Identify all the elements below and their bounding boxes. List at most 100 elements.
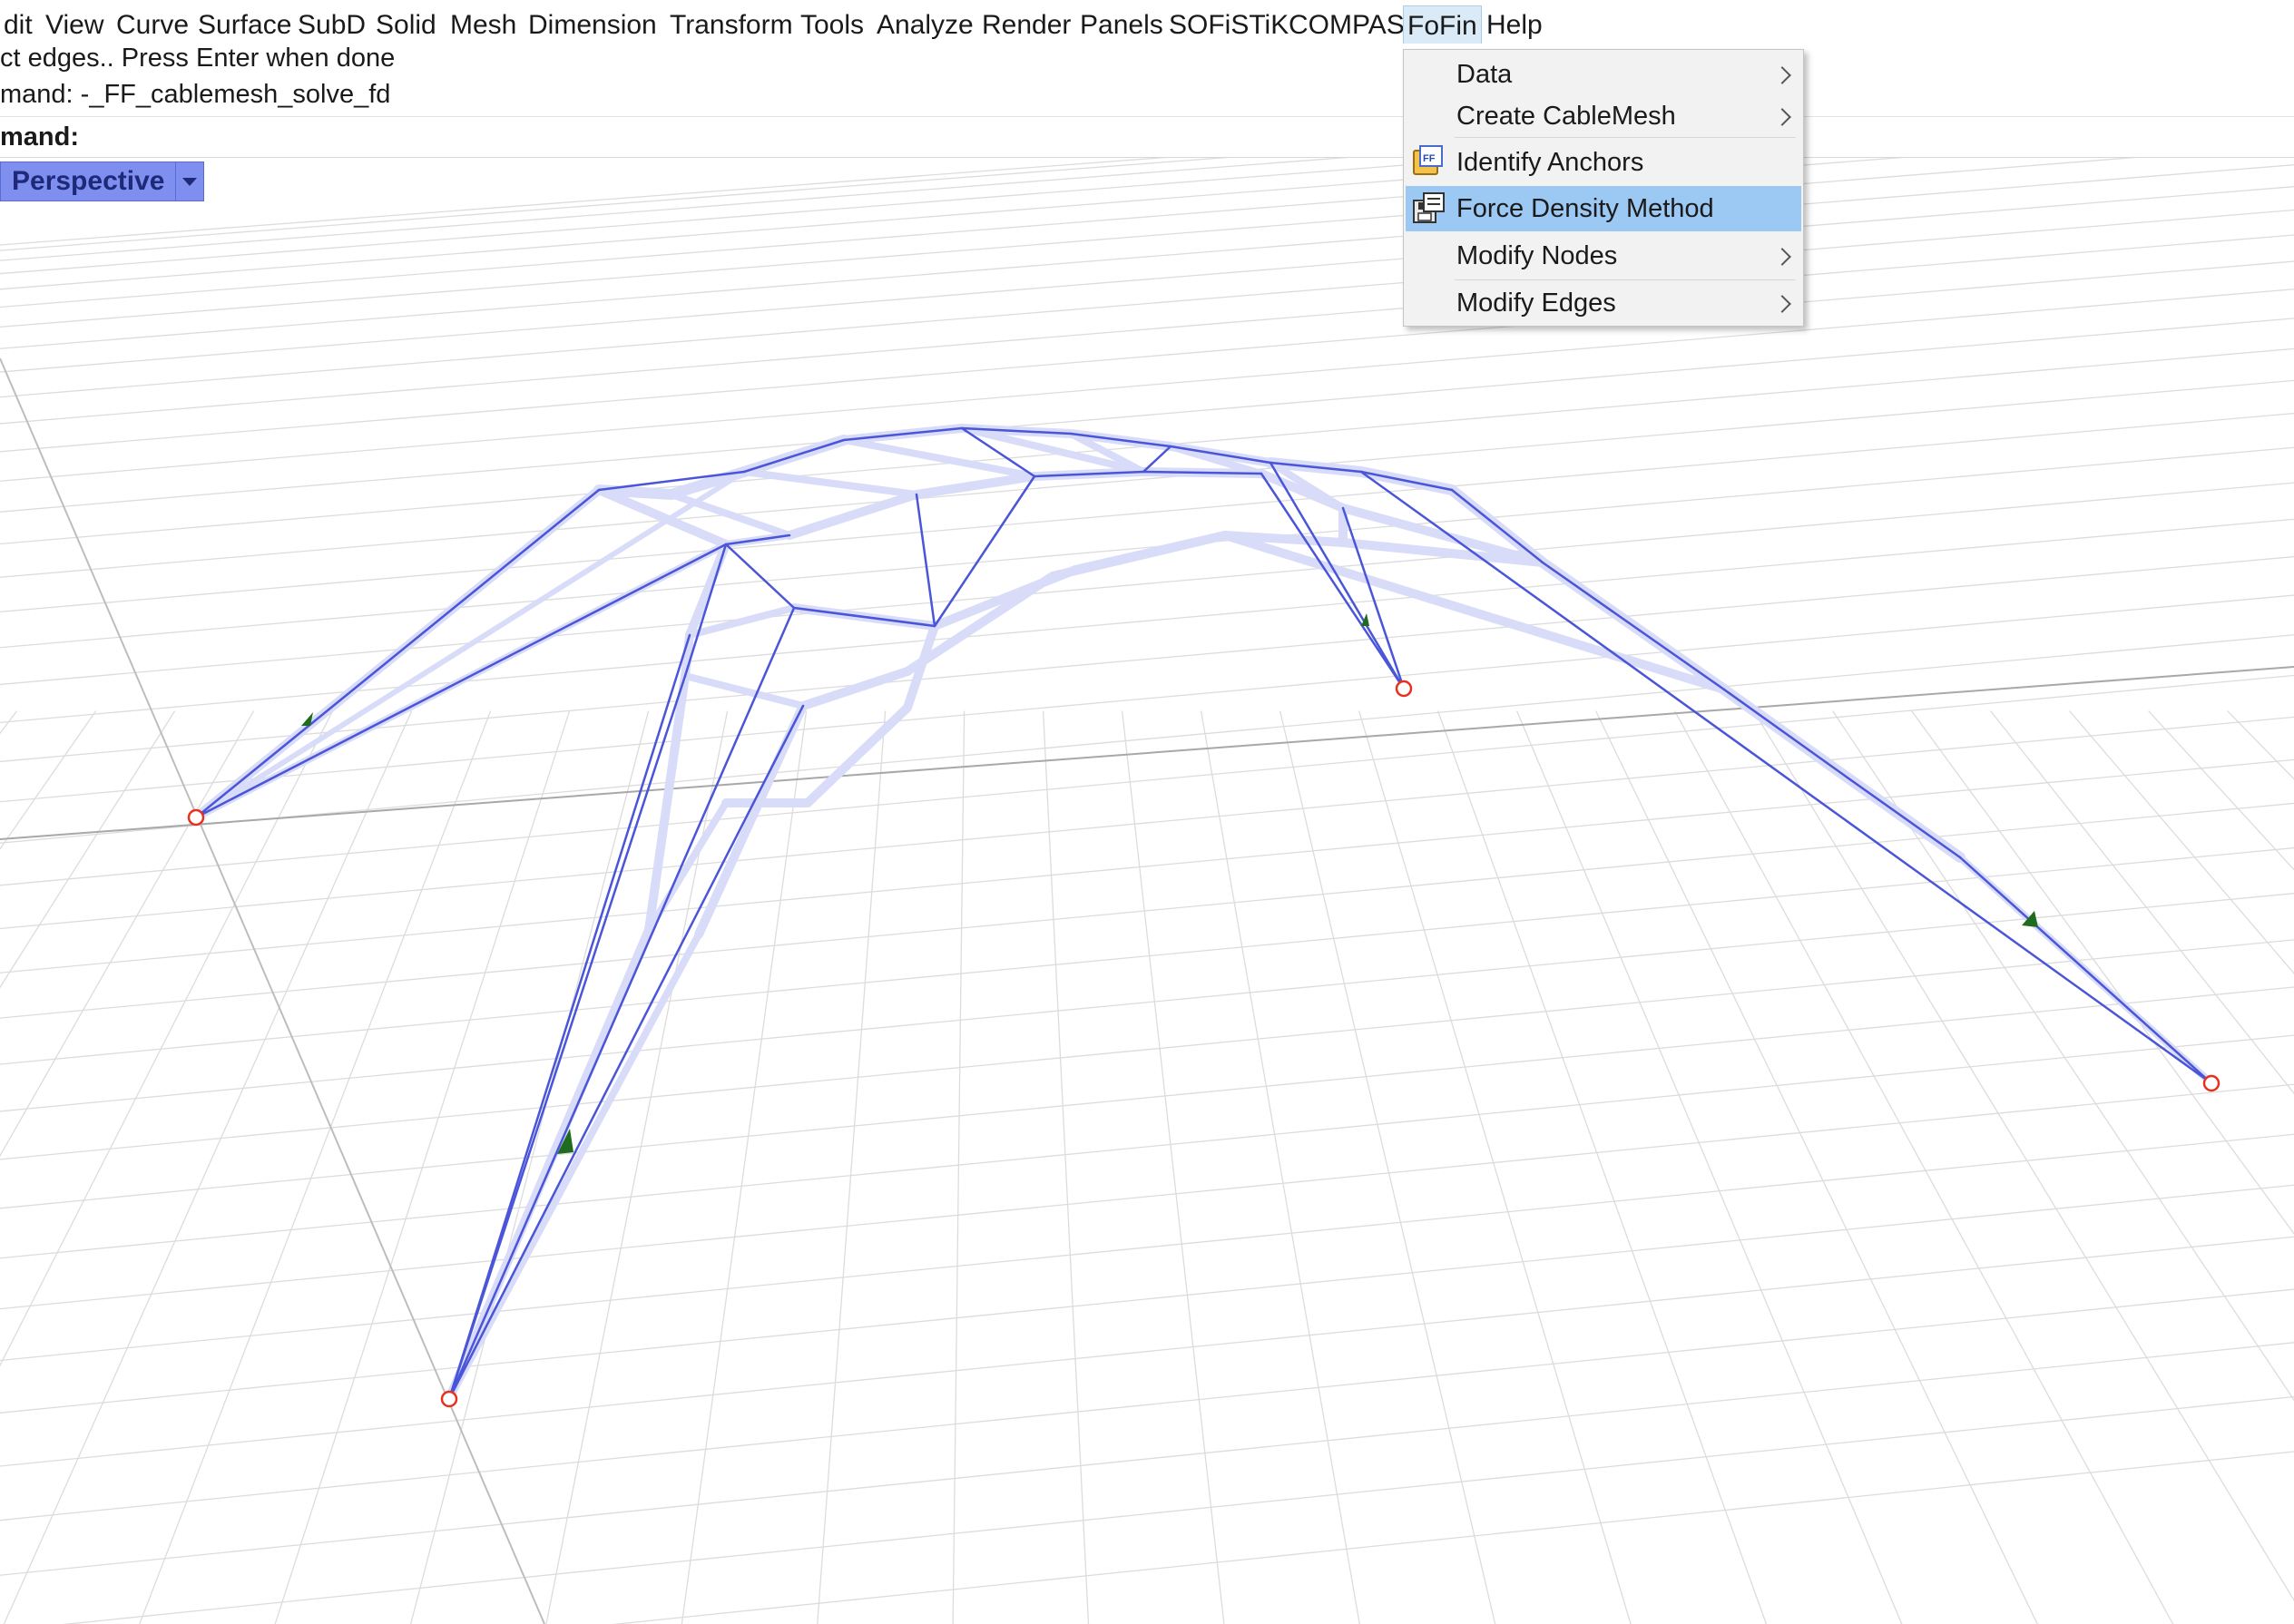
menu-item-create-cablemesh[interactable]: Create CableMesh — [1406, 95, 1801, 137]
grid-line — [2069, 710, 2294, 974]
menu-fofin[interactable]: FoFin — [1403, 5, 1482, 45]
chevron-down-icon[interactable] — [175, 162, 203, 201]
grid-line — [409, 710, 650, 1624]
grid-line — [1911, 710, 2294, 1235]
menu-dimension[interactable]: Dimension — [524, 5, 661, 45]
fofin-dropdown-menu: Data Create CableMesh FF Identify Anchor… — [1403, 49, 1804, 327]
menu-item-label: Create CableMesh — [1456, 102, 1676, 131]
identify-anchors-icon: FF — [1413, 145, 1443, 175]
anchor-point — [187, 808, 205, 827]
grid-line — [0, 1034, 2294, 1259]
menu-separator — [1455, 137, 1796, 138]
menu-solid[interactable]: Solid — [372, 5, 440, 45]
grid-line — [0, 1288, 2294, 1521]
cable-edge — [803, 703, 912, 807]
grid-line — [1990, 710, 2294, 1095]
grid-line — [0, 158, 2137, 328]
menu-curve[interactable]: Curve — [113, 5, 192, 45]
cable-edge — [785, 490, 921, 540]
cable-edge-strong — [1958, 856, 2213, 1085]
grid-line — [1358, 710, 1632, 1624]
menu-sofistik[interactable]: SOFiSTiK — [1165, 5, 1292, 45]
viewport-title-tab[interactable]: Perspective — [0, 161, 205, 201]
perspective-viewport[interactable]: Perspective — [0, 158, 2294, 1624]
grid-line — [0, 164, 2294, 349]
grid-line — [0, 209, 2294, 398]
grid-line — [139, 710, 492, 1624]
menu-item-label: Data — [1456, 60, 1513, 89]
menu-panels[interactable]: Panels — [1076, 5, 1167, 45]
grid-line — [1436, 710, 1768, 1624]
grid-line — [0, 846, 2294, 1065]
grid-line — [0, 758, 2294, 973]
menu-item-data[interactable]: Data — [1406, 54, 1801, 95]
cable-edge-strong — [447, 674, 687, 1401]
menubar: dit View Curve Surface SubD Solid Mesh D… — [0, 0, 2294, 49]
grid-line — [0, 158, 1167, 246]
grid-line — [0, 986, 2294, 1209]
svg-text:FF: FF — [1423, 153, 1436, 164]
menu-item-label: Identify Anchors — [1456, 148, 1644, 177]
grid-line — [0, 716, 2294, 930]
menu-edit[interactable]: dit — [0, 5, 36, 45]
menu-item-label: Force Density Method — [1456, 194, 1714, 223]
viewport-canvas[interactable] — [0, 158, 2294, 1624]
menu-item-modify-edges[interactable]: Modify Edges — [1406, 281, 1801, 325]
grid-line — [0, 1083, 2294, 1310]
anchor-point — [2202, 1074, 2220, 1092]
command-history: ct edges.. Press Enter when done mand: -… — [0, 44, 2294, 116]
force-density-icon — [1413, 192, 1445, 223]
menu-transform[interactable]: Transform — [666, 5, 797, 45]
y-axis-line — [0, 357, 545, 1624]
cable-edge-strong — [447, 606, 796, 1401]
cable-edge — [912, 472, 1039, 499]
chevron-right-icon — [1773, 295, 1791, 313]
grid-line — [1200, 710, 1360, 1624]
menu-tools[interactable]: Tools — [797, 5, 868, 45]
cable-edge — [644, 671, 690, 934]
grid-line — [2148, 710, 2294, 871]
menu-view[interactable]: View — [42, 5, 107, 45]
menu-surface[interactable]: Surface — [194, 5, 295, 45]
command-prompt-label: mand: — [0, 122, 79, 152]
menu-item-identify-anchors[interactable]: FF Identify Anchors — [1406, 139, 1801, 186]
grid-line — [1674, 710, 2174, 1624]
cable-edge-strong — [724, 543, 796, 610]
cable-edge — [740, 468, 920, 498]
cable-net-mesh — [191, 424, 2215, 1404]
cable-edge-strong — [792, 606, 936, 628]
grid-line — [0, 158, 1904, 308]
menu-render[interactable]: Render — [978, 5, 1074, 45]
menu-analyze[interactable]: Analyze — [873, 5, 977, 45]
menu-item-force-density-method[interactable]: Force Density Method — [1406, 186, 1801, 231]
grid-line — [0, 802, 2294, 1019]
grid-line — [0, 710, 176, 989]
menu-compas[interactable]: COMPAS — [1285, 5, 1408, 45]
command-input[interactable] — [91, 121, 1365, 153]
cable-edge-strong — [194, 488, 601, 819]
cable-edge — [1048, 531, 1230, 581]
grid-line — [0, 1342, 2294, 1576]
menu-item-label: Modify Edges — [1456, 289, 1616, 318]
grid-line — [62, 1395, 2294, 1624]
grid-line — [0, 710, 255, 1158]
cable-edge-strong — [447, 704, 805, 1401]
grid-line — [1042, 710, 1090, 1624]
menu-help[interactable]: Help — [1483, 5, 1546, 45]
grid-line — [0, 893, 2294, 1112]
grid-line — [1753, 710, 2294, 1602]
grid-line — [0, 186, 2294, 373]
grid-line — [0, 289, 2294, 482]
grid-line — [612, 1451, 2294, 1624]
anchor-point — [440, 1390, 458, 1408]
grid-line — [0, 158, 1692, 290]
cable-edge-strong — [1359, 470, 2213, 1085]
grid-line — [0, 710, 97, 850]
grid-line — [0, 939, 2294, 1160]
chevron-right-icon — [1773, 248, 1791, 266]
menu-mesh[interactable]: Mesh — [446, 5, 520, 45]
anchor-point — [1395, 680, 1413, 698]
menu-item-modify-nodes[interactable]: Modify Nodes — [1406, 233, 1801, 279]
grid-line — [0, 710, 334, 1367]
menu-subd[interactable]: SubD — [294, 5, 369, 45]
